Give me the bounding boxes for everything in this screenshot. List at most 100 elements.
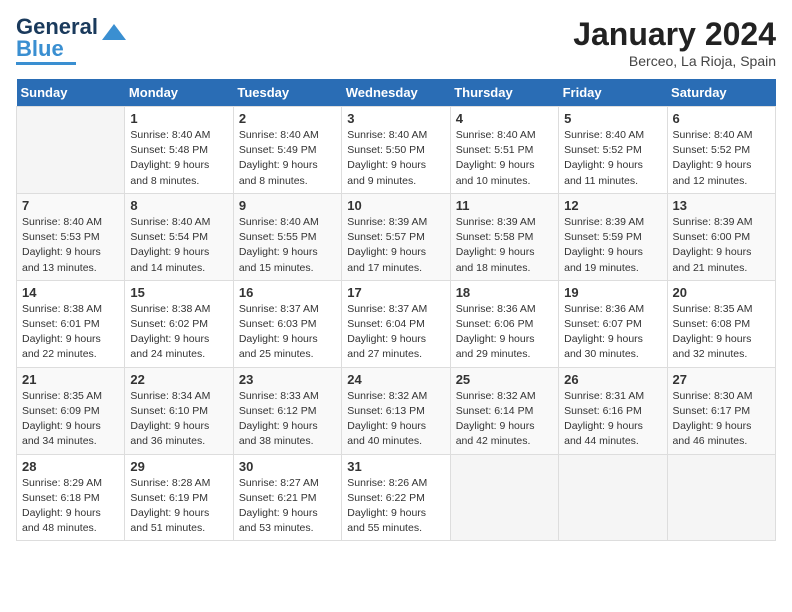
day-number: 24 [347,372,444,387]
calendar-cell [450,454,558,541]
day-number: 8 [130,198,227,213]
day-info: Sunrise: 8:40 AMSunset: 5:53 PMDaylight:… [22,215,119,276]
day-number: 30 [239,459,336,474]
day-number: 29 [130,459,227,474]
calendar-cell: 2 Sunrise: 8:40 AMSunset: 5:49 PMDaylight… [233,107,341,194]
calendar-cell: 8 Sunrise: 8:40 AMSunset: 5:54 PMDaylight… [125,193,233,280]
calendar-cell: 24 Sunrise: 8:32 AMSunset: 6:13 PMDayligh… [342,367,450,454]
calendar-cell: 25 Sunrise: 8:32 AMSunset: 6:14 PMDayligh… [450,367,558,454]
day-number: 7 [22,198,119,213]
header-cell-saturday: Saturday [667,79,775,107]
logo-icon [100,20,128,48]
calendar-cell [667,454,775,541]
header-cell-thursday: Thursday [450,79,558,107]
header-cell-wednesday: Wednesday [342,79,450,107]
header-row: SundayMondayTuesdayWednesdayThursdayFrid… [17,79,776,107]
calendar-cell: 12 Sunrise: 8:39 AMSunset: 5:59 PMDayligh… [559,193,667,280]
day-info: Sunrise: 8:35 AMSunset: 6:09 PMDaylight:… [22,389,119,450]
calendar-cell: 16 Sunrise: 8:37 AMSunset: 6:03 PMDayligh… [233,280,341,367]
calendar-cell: 3 Sunrise: 8:40 AMSunset: 5:50 PMDaylight… [342,107,450,194]
calendar-header: SundayMondayTuesdayWednesdayThursdayFrid… [17,79,776,107]
day-info: Sunrise: 8:26 AMSunset: 6:22 PMDaylight:… [347,476,444,537]
day-info: Sunrise: 8:39 AMSunset: 5:58 PMDaylight:… [456,215,553,276]
day-info: Sunrise: 8:40 AMSunset: 5:55 PMDaylight:… [239,215,336,276]
calendar-cell [559,454,667,541]
header: GeneralBlue January 2024 Berceo, La Rioj… [16,16,776,69]
calendar-cell: 1Sunrise: 8:40 AMSunset: 5:48 PMDaylight… [125,107,233,194]
day-info: Sunrise: 8:40 AMSunset: 5:49 PMDaylight:… [239,128,336,189]
calendar-cell: 27 Sunrise: 8:30 AMSunset: 6:17 PMDayligh… [667,367,775,454]
header-cell-monday: Monday [125,79,233,107]
logo-underline [16,62,76,65]
day-info: Sunrise: 8:36 AMSunset: 6:06 PMDaylight:… [456,302,553,363]
day-number: 27 [673,372,770,387]
day-info: Sunrise: 8:39 AMSunset: 5:59 PMDaylight:… [564,215,661,276]
day-info: Sunrise: 8:40 AMSunset: 5:52 PMDaylight:… [673,128,770,189]
day-number: 11 [456,198,553,213]
day-number: 31 [347,459,444,474]
calendar-cell: 21 Sunrise: 8:35 AMSunset: 6:09 PMDayligh… [17,367,125,454]
day-info: Sunrise: 8:35 AMSunset: 6:08 PMDaylight:… [673,302,770,363]
day-number: 3 [347,111,444,126]
day-info: Sunrise: 8:29 AMSunset: 6:18 PMDaylight:… [22,476,119,537]
calendar-cell: 23Sunrise: 8:33 AMSunset: 6:12 PMDayligh… [233,367,341,454]
day-number: 10 [347,198,444,213]
day-number: 6 [673,111,770,126]
day-info: Sunrise: 8:40 AMSunset: 5:54 PMDaylight:… [130,215,227,276]
calendar-cell: 29 Sunrise: 8:28 AMSunset: 6:19 PMDayligh… [125,454,233,541]
calendar-cell: 9Sunrise: 8:40 AMSunset: 5:55 PMDaylight… [233,193,341,280]
calendar-cell: 7 Sunrise: 8:40 AMSunset: 5:53 PMDaylight… [17,193,125,280]
calendar-row: 14Sunrise: 8:38 AMSunset: 6:01 PMDayligh… [17,280,776,367]
calendar-cell: 13 Sunrise: 8:39 AMSunset: 6:00 PMDayligh… [667,193,775,280]
calendar-cell: 18Sunrise: 8:36 AMSunset: 6:06 PMDayligh… [450,280,558,367]
day-number: 12 [564,198,661,213]
day-number: 17 [347,285,444,300]
header-cell-sunday: Sunday [17,79,125,107]
day-info: Sunrise: 8:28 AMSunset: 6:19 PMDaylight:… [130,476,227,537]
day-number: 25 [456,372,553,387]
day-number: 15 [130,285,227,300]
day-number: 5 [564,111,661,126]
day-number: 16 [239,285,336,300]
calendar-cell: 4Sunrise: 8:40 AMSunset: 5:51 PMDaylight… [450,107,558,194]
day-info: Sunrise: 8:34 AMSunset: 6:10 PMDaylight:… [130,389,227,450]
calendar-cell: 14Sunrise: 8:38 AMSunset: 6:01 PMDayligh… [17,280,125,367]
location-subtitle: Berceo, La Rioja, Spain [573,53,776,69]
day-info: Sunrise: 8:31 AMSunset: 6:16 PMDaylight:… [564,389,661,450]
day-info: Sunrise: 8:38 AMSunset: 6:01 PMDaylight:… [22,302,119,363]
calendar-cell: 5 Sunrise: 8:40 AMSunset: 5:52 PMDaylight… [559,107,667,194]
day-info: Sunrise: 8:39 AMSunset: 6:00 PMDaylight:… [673,215,770,276]
day-info: Sunrise: 8:36 AMSunset: 6:07 PMDaylight:… [564,302,661,363]
calendar-body: 1Sunrise: 8:40 AMSunset: 5:48 PMDaylight… [17,107,776,541]
day-number: 28 [22,459,119,474]
day-info: Sunrise: 8:37 AMSunset: 6:04 PMDaylight:… [347,302,444,363]
calendar-row: 28 Sunrise: 8:29 AMSunset: 6:18 PMDayligh… [17,454,776,541]
day-info: Sunrise: 8:40 AMSunset: 5:50 PMDaylight:… [347,128,444,189]
day-number: 20 [673,285,770,300]
calendar-cell: 28 Sunrise: 8:29 AMSunset: 6:18 PMDayligh… [17,454,125,541]
day-info: Sunrise: 8:30 AMSunset: 6:17 PMDaylight:… [673,389,770,450]
day-info: Sunrise: 8:27 AMSunset: 6:21 PMDaylight:… [239,476,336,537]
day-info: Sunrise: 8:33 AMSunset: 6:12 PMDaylight:… [239,389,336,450]
calendar-cell: 30 Sunrise: 8:27 AMSunset: 6:21 PMDayligh… [233,454,341,541]
logo-text: GeneralBlue [16,16,98,60]
day-number: 21 [22,372,119,387]
day-number: 13 [673,198,770,213]
calendar-cell: 10Sunrise: 8:39 AMSunset: 5:57 PMDayligh… [342,193,450,280]
calendar-row: 1Sunrise: 8:40 AMSunset: 5:48 PMDaylight… [17,107,776,194]
title-area: January 2024 Berceo, La Rioja, Spain [573,16,776,69]
day-number: 2 [239,111,336,126]
calendar-cell: 6 Sunrise: 8:40 AMSunset: 5:52 PMDaylight… [667,107,775,194]
calendar-cell: 31 Sunrise: 8:26 AMSunset: 6:22 PMDayligh… [342,454,450,541]
day-info: Sunrise: 8:37 AMSunset: 6:03 PMDaylight:… [239,302,336,363]
day-number: 22 [130,372,227,387]
day-number: 26 [564,372,661,387]
day-info: Sunrise: 8:40 AMSunset: 5:52 PMDaylight:… [564,128,661,189]
day-info: Sunrise: 8:40 AMSunset: 5:51 PMDaylight:… [456,128,553,189]
day-info: Sunrise: 8:32 AMSunset: 6:14 PMDaylight:… [456,389,553,450]
day-info: Sunrise: 8:32 AMSunset: 6:13 PMDaylight:… [347,389,444,450]
calendar-cell: 11 Sunrise: 8:39 AMSunset: 5:58 PMDayligh… [450,193,558,280]
day-number: 19 [564,285,661,300]
calendar-cell [17,107,125,194]
calendar-cell: 20 Sunrise: 8:35 AMSunset: 6:08 PMDayligh… [667,280,775,367]
